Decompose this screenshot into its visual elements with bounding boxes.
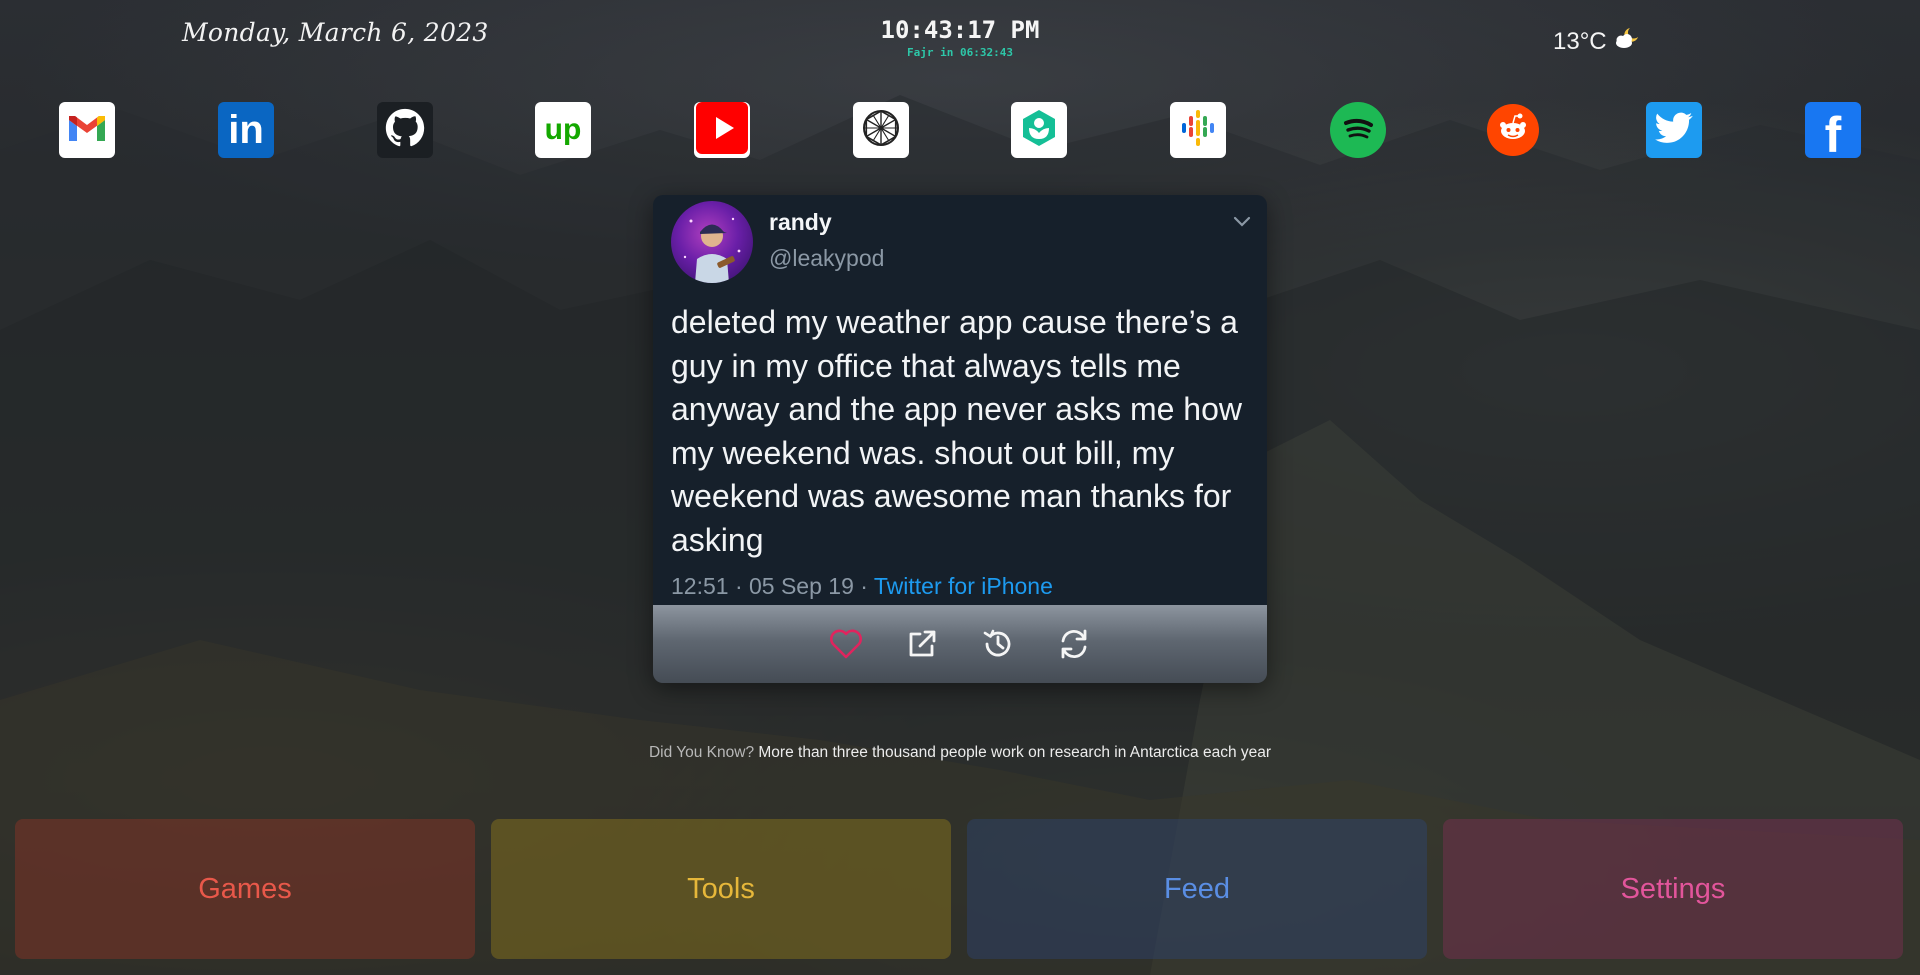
prayer-countdown: Fajr in 06:32:43: [907, 46, 1013, 59]
feed-tile[interactable]: Feed: [967, 819, 1427, 959]
tweet-source-link[interactable]: Twitter for iPhone: [874, 573, 1053, 599]
date-display: Monday, March 6, 2023: [182, 18, 489, 47]
chevron-down-icon[interactable]: [1233, 213, 1251, 232]
reddit-icon: [1495, 110, 1531, 150]
partly-cloudy-night-icon: [1613, 26, 1641, 57]
reddit-shortcut[interactable]: [1487, 104, 1539, 156]
tweet-meta: 12:51 · 05 Sep 19 · Twitter for iPhone: [671, 573, 1053, 600]
facebook-icon: f: [1824, 107, 1842, 163]
history-icon[interactable]: [980, 626, 1016, 662]
openai-shortcut[interactable]: [853, 102, 909, 158]
new-tab-dashboard: { "header": { "date": "Monday, March 6, …: [0, 0, 1920, 975]
did-you-know-fact: Did You Know? More than three thousand p…: [0, 744, 1920, 762]
tweet-action-bar: [653, 605, 1267, 683]
tweet-timestamp: 12:51 · 05 Sep 19 ·: [671, 573, 874, 599]
github-icon: [385, 108, 425, 152]
twitter-icon: [1655, 112, 1693, 148]
openai-icon: [861, 108, 901, 152]
nav-tiles: Games Tools Feed Settings: [15, 819, 1905, 959]
games-tile[interactable]: Games: [15, 819, 475, 959]
clock-widget: 10:43:17 PM Fajr in 06:32:43: [860, 16, 1060, 59]
upwork-icon: up: [544, 113, 582, 146]
fact-label: Did You Know?: [648, 744, 755, 761]
linkedin-shortcut[interactable]: in: [218, 102, 274, 158]
settings-tile[interactable]: Settings: [1443, 819, 1903, 959]
external-link-icon[interactable]: [904, 626, 940, 662]
khan-academy-shortcut[interactable]: [1011, 102, 1067, 158]
upwork-shortcut[interactable]: up: [535, 102, 591, 158]
fact-text: More than three thousand people work on …: [758, 744, 1272, 761]
gmail-shortcut[interactable]: [59, 102, 115, 158]
tools-tile[interactable]: Tools: [491, 819, 951, 959]
author-handle[interactable]: @leakypod: [769, 245, 884, 272]
avatar: [671, 201, 753, 283]
github-shortcut[interactable]: [377, 102, 433, 158]
linkedin-icon: in: [228, 108, 264, 152]
gmail-icon: [66, 112, 108, 148]
weather-widget[interactable]: 13°C: [1553, 26, 1641, 57]
youtube-shortcut[interactable]: [694, 102, 750, 158]
facebook-shortcut[interactable]: f: [1805, 102, 1861, 163]
refresh-icon[interactable]: [1056, 626, 1092, 662]
twitter-shortcut[interactable]: [1646, 102, 1702, 158]
clock-time: 10:43:17 PM: [880, 16, 1040, 44]
tweet-body: randy @leakypod deleted my weather app c…: [653, 195, 1267, 605]
shortcut-bar: in up f: [0, 102, 1920, 163]
google-podcasts-icon: [1178, 108, 1218, 152]
youtube-icon: [694, 100, 750, 160]
spotify-icon: [1338, 108, 1378, 152]
tweet-text: deleted my weather app cause there’s a g…: [671, 304, 1242, 558]
google-podcasts-shortcut[interactable]: [1170, 102, 1226, 158]
spotify-shortcut[interactable]: [1330, 102, 1386, 158]
author-name[interactable]: randy: [769, 209, 832, 236]
heart-icon[interactable]: [828, 626, 864, 662]
khan-academy-icon: [1018, 107, 1060, 153]
temperature: 13°C: [1553, 27, 1607, 55]
tweet-card: randy @leakypod deleted my weather app c…: [653, 195, 1267, 683]
